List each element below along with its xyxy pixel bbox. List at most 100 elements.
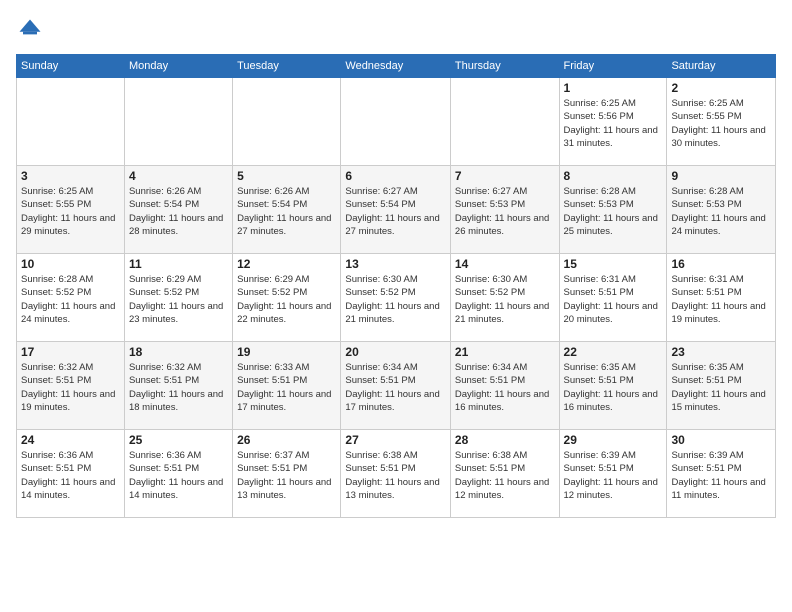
calendar-cell: 23 Sunrise: 6:35 AM Sunset: 5:51 PM Dayli… — [667, 342, 776, 430]
calendar-cell: 15Sunrise: 6:31 AM Sunset: 5:51 PM Dayli… — [559, 254, 667, 342]
calendar-cell: 1 Sunrise: 6:25 AM Sunset: 5:56 PM Daylig… — [559, 78, 667, 166]
day-info: Sunrise: 6:32 AM Sunset: 5:51 PM Dayligh… — [129, 361, 228, 414]
day-info: Sunrise: 6:34 AM Sunset: 5:51 PM Dayligh… — [345, 361, 446, 414]
calendar-cell: 24 Sunrise: 6:36 AM Sunset: 5:51 PM Dayli… — [17, 430, 125, 518]
page-header — [16, 16, 776, 44]
calendar-week-row: 1 Sunrise: 6:25 AM Sunset: 5:56 PM Daylig… — [17, 78, 776, 166]
day-info: Sunrise: 6:38 AM Sunset: 5:51 PM Dayligh… — [345, 449, 446, 502]
calendar-cell: 2 Sunrise: 6:25 AM Sunset: 5:55 PM Daylig… — [667, 78, 776, 166]
calendar-cell: 4Sunrise: 6:26 AM Sunset: 5:54 PM Daylig… — [124, 166, 232, 254]
day-info: Sunrise: 6:32 AM Sunset: 5:51 PM Dayligh… — [21, 361, 120, 414]
day-info: Sunrise: 6:25 AM Sunset: 5:55 PM Dayligh… — [671, 97, 771, 150]
calendar-cell — [124, 78, 232, 166]
day-number: 4 — [129, 169, 228, 183]
day-number: 29 — [564, 433, 663, 447]
day-number: 8 — [564, 169, 663, 183]
calendar-cell — [233, 78, 341, 166]
calendar-week-row: 24 Sunrise: 6:36 AM Sunset: 5:51 PM Dayli… — [17, 430, 776, 518]
day-number: 28 — [455, 433, 555, 447]
calendar-cell: 10 Sunrise: 6:28 AM Sunset: 5:52 PM Dayli… — [17, 254, 125, 342]
calendar-cell: 25 Sunrise: 6:36 AM Sunset: 5:51 PM Dayli… — [124, 430, 232, 518]
calendar-cell: 6 Sunrise: 6:27 AM Sunset: 5:54 PM Daylig… — [341, 166, 451, 254]
day-info: Sunrise: 6:36 AM Sunset: 5:51 PM Dayligh… — [129, 449, 228, 502]
column-header-saturday: Saturday — [667, 55, 776, 78]
day-number: 7 — [455, 169, 555, 183]
calendar-cell: 13 Sunrise: 6:30 AM Sunset: 5:52 PM Dayli… — [341, 254, 451, 342]
day-number: 2 — [671, 81, 771, 95]
day-number: 25 — [129, 433, 228, 447]
column-header-wednesday: Wednesday — [341, 55, 451, 78]
calendar-cell — [450, 78, 559, 166]
day-number: 17 — [21, 345, 120, 359]
day-number: 3 — [21, 169, 120, 183]
day-info: Sunrise: 6:28 AM Sunset: 5:53 PM Dayligh… — [671, 185, 771, 238]
day-info: Sunrise: 6:36 AM Sunset: 5:51 PM Dayligh… — [21, 449, 120, 502]
day-number: 27 — [345, 433, 446, 447]
day-info: Sunrise: 6:25 AM Sunset: 5:56 PM Dayligh… — [564, 97, 663, 150]
calendar-cell — [17, 78, 125, 166]
day-number: 15 — [564, 257, 663, 271]
calendar-cell: 12 Sunrise: 6:29 AM Sunset: 5:52 PM Dayli… — [233, 254, 341, 342]
calendar-cell: 8 Sunrise: 6:28 AM Sunset: 5:53 PM Daylig… — [559, 166, 667, 254]
day-info: Sunrise: 6:29 AM Sunset: 5:52 PM Dayligh… — [129, 273, 228, 326]
day-info: Sunrise: 6:35 AM Sunset: 5:51 PM Dayligh… — [564, 361, 663, 414]
day-info: Sunrise: 6:29 AM Sunset: 5:52 PM Dayligh… — [237, 273, 336, 326]
calendar-cell: 21 Sunrise: 6:34 AM Sunset: 5:51 PM Dayli… — [450, 342, 559, 430]
day-number: 16 — [671, 257, 771, 271]
day-info: Sunrise: 6:30 AM Sunset: 5:52 PM Dayligh… — [455, 273, 555, 326]
day-number: 9 — [671, 169, 771, 183]
day-number: 12 — [237, 257, 336, 271]
day-info: Sunrise: 6:30 AM Sunset: 5:52 PM Dayligh… — [345, 273, 446, 326]
calendar-cell: 22 Sunrise: 6:35 AM Sunset: 5:51 PM Dayli… — [559, 342, 667, 430]
day-number: 10 — [21, 257, 120, 271]
day-info: Sunrise: 6:26 AM Sunset: 5:54 PM Dayligh… — [237, 185, 336, 238]
day-number: 20 — [345, 345, 446, 359]
logo — [16, 16, 48, 44]
column-header-sunday: Sunday — [17, 55, 125, 78]
column-header-thursday: Thursday — [450, 55, 559, 78]
calendar-cell: 9 Sunrise: 6:28 AM Sunset: 5:53 PM Daylig… — [667, 166, 776, 254]
day-info: Sunrise: 6:35 AM Sunset: 5:51 PM Dayligh… — [671, 361, 771, 414]
calendar-week-row: 17 Sunrise: 6:32 AM Sunset: 5:51 PM Dayli… — [17, 342, 776, 430]
calendar-cell: 17 Sunrise: 6:32 AM Sunset: 5:51 PM Dayli… — [17, 342, 125, 430]
calendar-table: SundayMondayTuesdayWednesdayThursdayFrid… — [16, 54, 776, 518]
day-number: 14 — [455, 257, 555, 271]
calendar-week-row: 3Sunrise: 6:25 AM Sunset: 5:55 PM Daylig… — [17, 166, 776, 254]
day-number: 13 — [345, 257, 446, 271]
day-info: Sunrise: 6:27 AM Sunset: 5:54 PM Dayligh… — [345, 185, 446, 238]
column-header-friday: Friday — [559, 55, 667, 78]
day-number: 19 — [237, 345, 336, 359]
day-number: 23 — [671, 345, 771, 359]
day-info: Sunrise: 6:34 AM Sunset: 5:51 PM Dayligh… — [455, 361, 555, 414]
calendar-cell: 19 Sunrise: 6:33 AM Sunset: 5:51 PM Dayli… — [233, 342, 341, 430]
column-header-tuesday: Tuesday — [233, 55, 341, 78]
calendar-cell: 3Sunrise: 6:25 AM Sunset: 5:55 PM Daylig… — [17, 166, 125, 254]
day-info: Sunrise: 6:33 AM Sunset: 5:51 PM Dayligh… — [237, 361, 336, 414]
logo-icon — [16, 16, 44, 44]
day-number: 26 — [237, 433, 336, 447]
calendar-cell: 20 Sunrise: 6:34 AM Sunset: 5:51 PM Dayli… — [341, 342, 451, 430]
calendar-cell: 5 Sunrise: 6:26 AM Sunset: 5:54 PM Daylig… — [233, 166, 341, 254]
calendar-cell: 27 Sunrise: 6:38 AM Sunset: 5:51 PM Dayli… — [341, 430, 451, 518]
day-number: 21 — [455, 345, 555, 359]
calendar-cell: 14 Sunrise: 6:30 AM Sunset: 5:52 PM Dayli… — [450, 254, 559, 342]
day-number: 1 — [564, 81, 663, 95]
day-number: 22 — [564, 345, 663, 359]
calendar-cell: 16 Sunrise: 6:31 AM Sunset: 5:51 PM Dayli… — [667, 254, 776, 342]
calendar-cell: 30Sunrise: 6:39 AM Sunset: 5:51 PM Dayli… — [667, 430, 776, 518]
day-info: Sunrise: 6:39 AM Sunset: 5:51 PM Dayligh… — [564, 449, 663, 502]
day-number: 11 — [129, 257, 228, 271]
column-header-monday: Monday — [124, 55, 232, 78]
day-info: Sunrise: 6:38 AM Sunset: 5:51 PM Dayligh… — [455, 449, 555, 502]
day-info: Sunrise: 6:31 AM Sunset: 5:51 PM Dayligh… — [671, 273, 771, 326]
day-number: 24 — [21, 433, 120, 447]
calendar-cell: 7Sunrise: 6:27 AM Sunset: 5:53 PM Daylig… — [450, 166, 559, 254]
day-info: Sunrise: 6:28 AM Sunset: 5:52 PM Dayligh… — [21, 273, 120, 326]
day-number: 5 — [237, 169, 336, 183]
day-number: 6 — [345, 169, 446, 183]
day-number: 18 — [129, 345, 228, 359]
calendar-cell: 26Sunrise: 6:37 AM Sunset: 5:51 PM Dayli… — [233, 430, 341, 518]
calendar-cell — [341, 78, 451, 166]
calendar-week-row: 10 Sunrise: 6:28 AM Sunset: 5:52 PM Dayli… — [17, 254, 776, 342]
day-info: Sunrise: 6:28 AM Sunset: 5:53 PM Dayligh… — [564, 185, 663, 238]
